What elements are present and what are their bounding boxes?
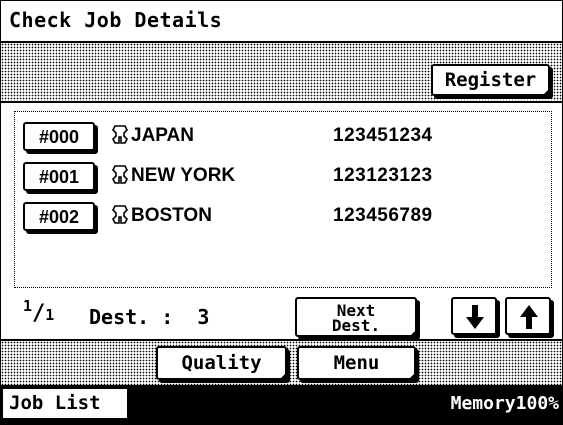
memory-indicator: Memory100%	[450, 393, 559, 414]
page-title: Check Job Details	[9, 8, 223, 32]
list-item: #001 NEW YORK 123123123	[23, 162, 543, 194]
destination-name: NEW YORK	[131, 165, 236, 186]
quality-button[interactable]: Quality	[156, 346, 287, 380]
list-item: #000 JAPAN 123451234	[23, 122, 543, 154]
destination-name: JAPAN	[131, 125, 194, 146]
register-button[interactable]: Register	[431, 64, 550, 96]
scroll-up-button[interactable]	[505, 297, 551, 335]
menu-button[interactable]: Menu	[297, 346, 416, 380]
destination-list: #000 JAPAN 123451234 #001 NEW YORK 12312…	[14, 111, 552, 288]
keyhole-contact-icon	[112, 165, 128, 184]
current-page: 1	[23, 297, 33, 315]
job-list-tab[interactable]: Job List	[1, 387, 129, 420]
page-indicator: 1/1	[23, 297, 55, 326]
total-pages: 1	[45, 306, 55, 324]
scroll-down-button[interactable]	[451, 297, 497, 335]
destination-name: BOSTON	[131, 205, 212, 226]
destination-number: 123451234	[333, 125, 433, 146]
pager-bar: 1/1 Dest. : 3 Next Dest.	[1, 289, 562, 341]
destination-number: 123123123	[333, 165, 433, 186]
arrow-up-icon	[520, 305, 538, 329]
fax-panel-screen: Check Job Details Register #000 JAPAN 12…	[0, 0, 563, 425]
status-bar: Job List Memory100%	[1, 385, 562, 424]
keyhole-contact-icon	[112, 205, 128, 224]
keyhole-contact-icon	[112, 125, 128, 144]
list-item: #002 BOSTON 123456789	[23, 202, 543, 234]
destination-count: Dest. : 3	[89, 305, 210, 329]
title-bar: Check Job Details	[1, 1, 562, 43]
arrow-down-icon	[466, 305, 484, 329]
destination-code-button[interactable]: #001	[23, 162, 95, 191]
next-dest-button[interactable]: Next Dest.	[295, 297, 417, 337]
register-toolbar: Register	[1, 43, 562, 103]
destination-number: 123456789	[333, 205, 433, 226]
destination-code-button[interactable]: #000	[23, 122, 95, 151]
next-dest-label-line2: Dest.	[331, 316, 381, 335]
destination-code-button[interactable]: #002	[23, 202, 95, 231]
bottom-toolbar: Quality Menu	[1, 339, 562, 387]
